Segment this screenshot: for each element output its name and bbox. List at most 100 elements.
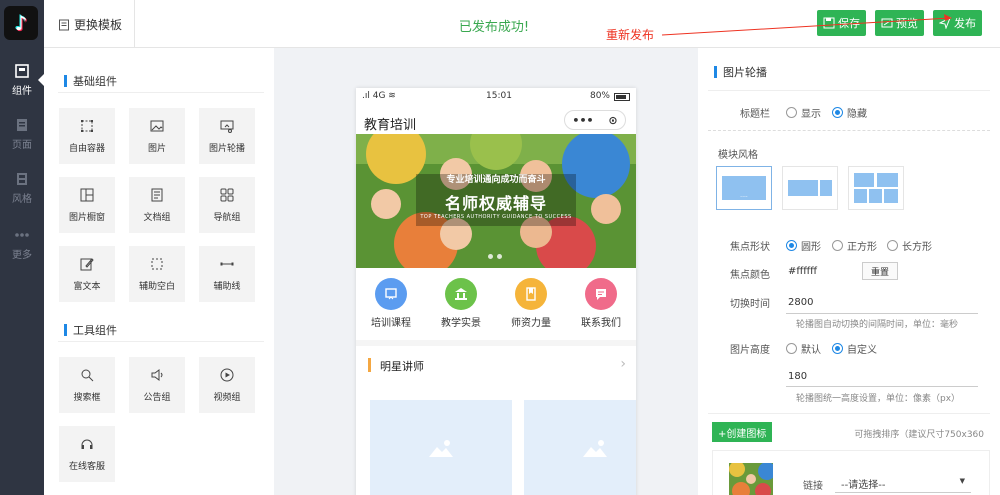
link-select[interactable]: --请选择-- ▼: [835, 471, 971, 493]
rich-text-icon: [80, 257, 94, 270]
tile-label: 自由容器: [68, 143, 105, 154]
rail-item-more[interactable]: 更多: [0, 220, 44, 268]
component-free-container[interactable]: 自由容器: [59, 108, 115, 164]
preview-button[interactable]: 预览: [875, 10, 924, 36]
rail-item-style[interactable]: 风格: [0, 164, 44, 212]
img-height-custom[interactable]: 自定义: [832, 341, 877, 356]
headset-icon: [81, 439, 93, 449]
teacher-card[interactable]: [524, 400, 636, 495]
nav-item-teachers[interactable]: 师资力量: [501, 278, 561, 329]
design-canvas: .ıl 4G ≋ 15:01 80% 教育培训 ••• ⊙ 专业培训通向成功而奋…: [274, 48, 698, 495]
nav-item-contact[interactable]: 联系我们: [571, 278, 631, 329]
component-customer-service[interactable]: 在线客服: [59, 426, 115, 482]
save-icon: [823, 17, 835, 29]
course-icon: [375, 278, 407, 310]
carousel-item-card[interactable]: 链接 --请选择-- ▼: [712, 450, 990, 495]
mini-program-capsule[interactable]: ••• ⊙: [564, 110, 626, 130]
reset-color-button[interactable]: 重置: [862, 262, 898, 280]
change-template-button[interactable]: 更换模板: [58, 16, 122, 33]
template-icon: [59, 19, 69, 30]
divider: [708, 90, 990, 91]
style-option-grid[interactable]: [848, 166, 904, 210]
style-option-full[interactable]: ....: [716, 166, 772, 210]
divider: [58, 341, 264, 342]
focus-color-value[interactable]: #ffffff: [788, 266, 817, 277]
rail-item-components[interactable]: 组件: [0, 56, 44, 104]
search-icon: [81, 369, 94, 381]
component-navigation[interactable]: 导航组: [199, 177, 255, 233]
img-height-default[interactable]: 默认: [786, 341, 821, 356]
sort-hint: 可拖拽排序（建议尺寸750x360: [854, 430, 984, 440]
input-underline: [786, 386, 978, 387]
more-dots-icon[interactable]: •••: [572, 114, 593, 127]
tile-label: 导航组: [213, 212, 241, 223]
component-announcement[interactable]: 公告组: [129, 357, 185, 413]
component-panel: 基础组件 自由容器 图片 图片轮播 图片橱窗 文档组 导航组 富文本 辅助空白 …: [44, 48, 274, 495]
component-image[interactable]: 图片: [129, 108, 185, 164]
phone-status-bar: .ıl 4G ≋ 15:01 80%: [356, 88, 636, 106]
tile-label: 图片: [147, 143, 166, 154]
switch-time-hint: 轮播图自动切换的间隔时间，单位：毫秒: [796, 320, 959, 330]
chat-icon: [585, 278, 617, 310]
switch-time-input[interactable]: 2800: [788, 297, 813, 308]
focus-shape-rect[interactable]: 长方形: [887, 238, 932, 253]
component-divider[interactable]: 辅助线: [199, 246, 255, 302]
rail-item-label: 风格: [12, 194, 32, 205]
tile-label: 视频组: [213, 392, 241, 403]
save-button[interactable]: 保存: [817, 10, 866, 36]
component-icon: [15, 64, 29, 78]
video-icon: [220, 368, 234, 381]
component-search[interactable]: 搜索框: [59, 357, 115, 413]
component-carousel[interactable]: 图片轮播: [199, 108, 255, 164]
component-rich-text[interactable]: 富文本: [59, 246, 115, 302]
carousel-banner[interactable]: 专业培训通向成功而奋斗 名师权威辅导 TOP TEACHERS AUTHORIT…: [356, 134, 636, 268]
carousel-dots[interactable]: [488, 254, 502, 259]
nav-label: 教学实景: [441, 318, 481, 329]
carousel-item-thumbnail[interactable]: [729, 463, 773, 495]
img-height-input[interactable]: 180: [788, 371, 807, 382]
create-icon-button[interactable]: +创建图标: [712, 422, 773, 442]
free-container-icon: [81, 119, 93, 132]
divider: [708, 130, 990, 131]
nav-label: 师资力量: [511, 318, 551, 329]
publish-label: 发布: [954, 17, 976, 30]
mini-program-title: 教育培训: [364, 118, 417, 133]
style-option-split[interactable]: [782, 166, 838, 210]
nav-item-teaching[interactable]: 教学实景: [431, 278, 491, 329]
divider: [134, 0, 135, 48]
focus-color-label: 焦点颜色: [730, 270, 770, 281]
img-height-hint: 轮播图统一高度设置，单位：像素（px）: [796, 394, 961, 404]
tile-label: 在线客服: [68, 461, 105, 472]
component-blank[interactable]: 辅助空白: [129, 246, 185, 302]
teacher-card[interactable]: [370, 400, 512, 495]
top-bar: 更换模板 已发布成功! 保存 预览 发布: [44, 0, 1000, 48]
tile-label: 图片橱窗: [68, 212, 105, 223]
rail-item-pages[interactable]: 页面: [0, 110, 44, 158]
navigation-icon: [220, 188, 234, 201]
input-underline: [786, 313, 978, 314]
signal-indicator: .ıl 4G ≋: [362, 91, 396, 101]
focus-shape-circle[interactable]: 圆形: [786, 238, 821, 253]
star-teacher-header[interactable]: 明星讲师 ›: [356, 350, 636, 380]
nav-label: 培训课程: [371, 318, 411, 329]
titlebar-radio-show[interactable]: 显示: [786, 105, 821, 120]
send-icon: [939, 17, 951, 29]
building-icon: [445, 278, 477, 310]
component-document[interactable]: 文档组: [129, 177, 185, 233]
caret-down-icon: ▼: [959, 477, 965, 485]
switch-time-label: 切换时间: [730, 299, 770, 310]
component-video[interactable]: 视频组: [199, 357, 255, 413]
tiktok-logo: ♪: [4, 6, 38, 40]
teacher-icon: [515, 278, 547, 310]
tile-label: 富文本: [73, 281, 101, 292]
close-target-icon[interactable]: ⊙: [608, 114, 617, 127]
publish-button[interactable]: 发布: [933, 10, 982, 36]
titlebar-radio-hide[interactable]: 隐藏: [832, 105, 867, 120]
showcase-icon: [80, 188, 94, 201]
divider: [58, 92, 264, 93]
nav-item-courses[interactable]: 培训课程: [361, 278, 421, 329]
component-showcase[interactable]: 图片橱窗: [59, 177, 115, 233]
focus-shape-square[interactable]: 正方形: [832, 238, 877, 253]
section-gap: [356, 340, 636, 346]
document-icon: [151, 188, 163, 201]
